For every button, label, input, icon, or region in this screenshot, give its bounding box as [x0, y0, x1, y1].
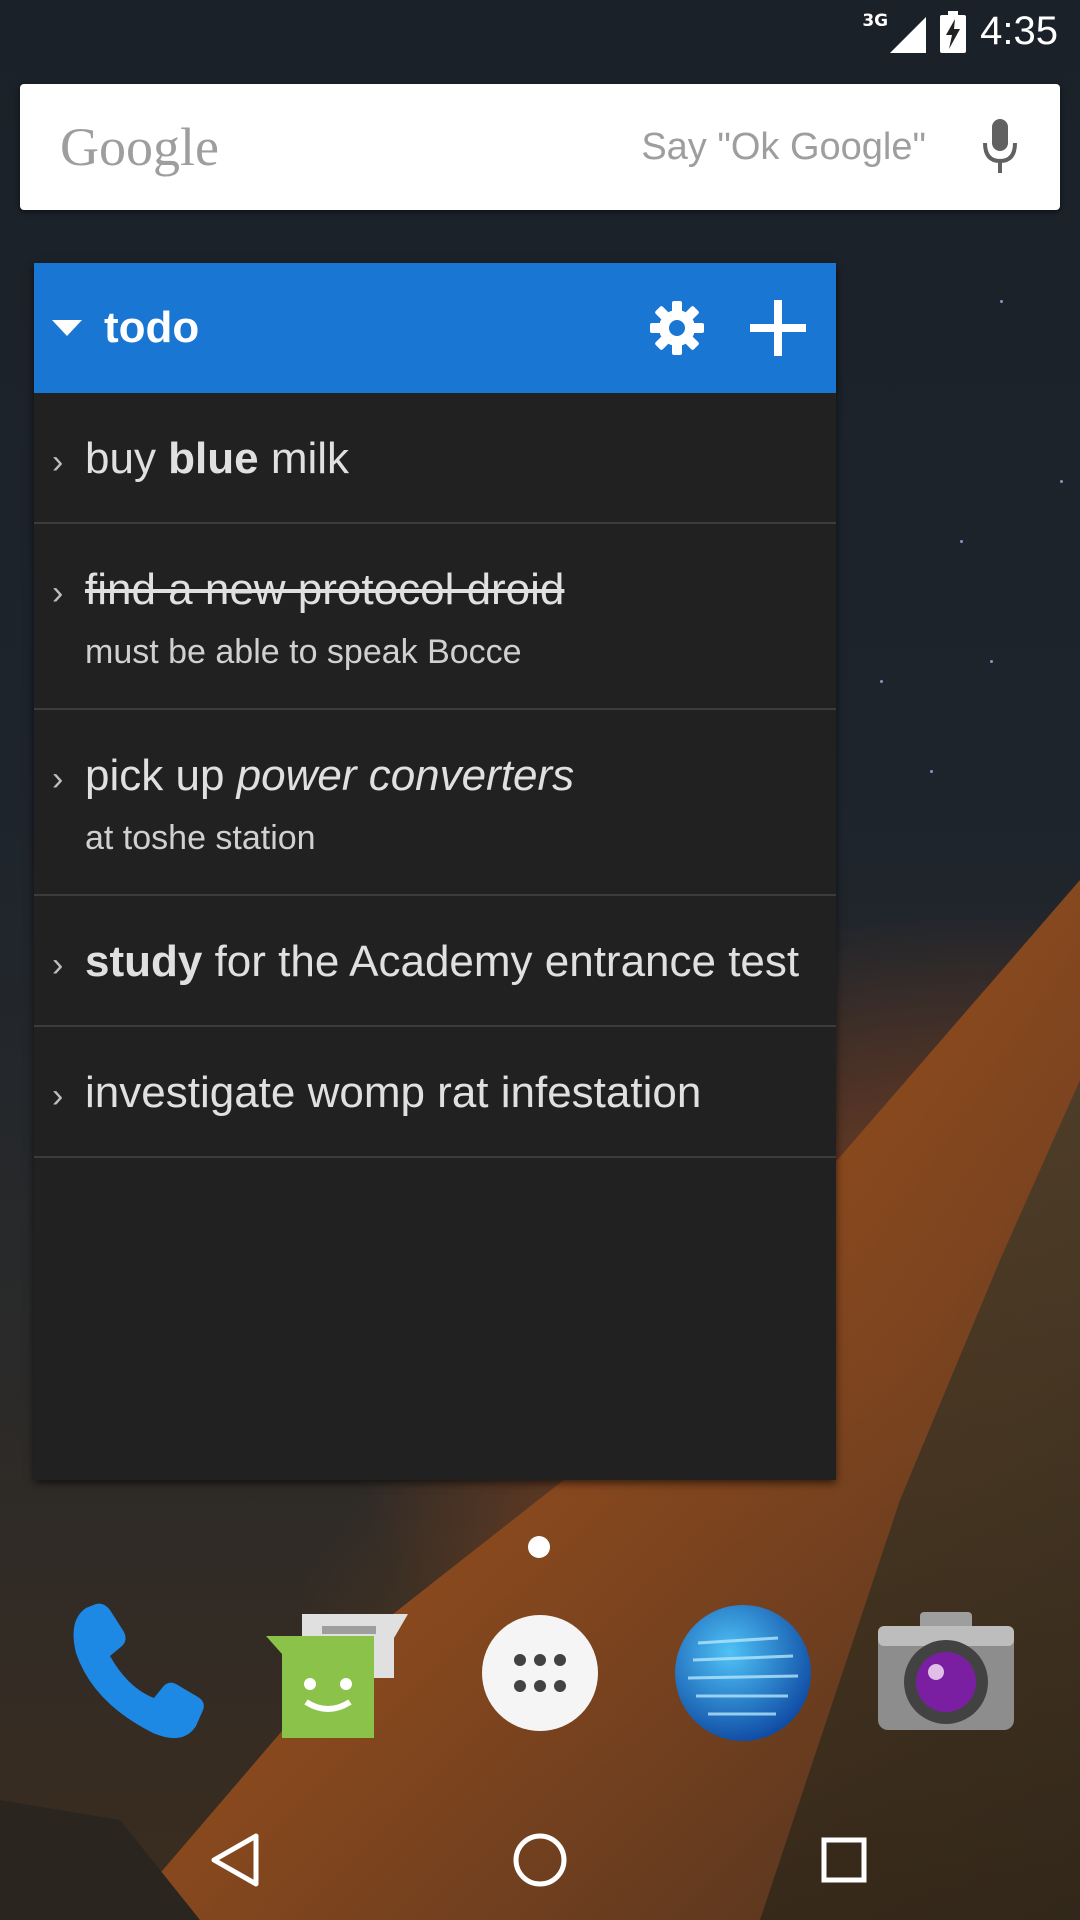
todo-text-segment: milk	[258, 434, 350, 483]
todo-item[interactable]: › find a new protocol droid must be able t…	[34, 524, 836, 710]
signal-icon	[890, 16, 927, 53]
page-indicator	[528, 1536, 550, 1558]
app-drawer-icon[interactable]	[465, 1598, 615, 1748]
back-icon[interactable]	[204, 1828, 268, 1892]
google-search-bar[interactable]: Google Say "Ok Google"	[20, 84, 1060, 210]
todo-item-text: pick up power converters	[85, 748, 806, 803]
add-icon[interactable]	[748, 298, 808, 358]
todo-item-note: must be able to speak Bocce	[85, 633, 522, 671]
google-logo: Google	[60, 117, 219, 177]
network-type: 3G	[862, 10, 889, 31]
todo-text-segment: investigate womp rat infestation	[85, 1068, 702, 1117]
microphone-icon[interactable]	[980, 119, 1020, 175]
todo-text-segment: for the Academy entrance test	[202, 937, 800, 986]
chevron-right-icon[interactable]: ›	[52, 760, 63, 799]
todo-item-text: investigate womp rat infestation	[85, 1065, 806, 1120]
dock	[0, 1598, 1080, 1758]
todo-text-segment: pick up	[85, 751, 237, 800]
todo-item-text: buy blue milk	[85, 431, 806, 486]
todo-text-segment: buy	[85, 434, 169, 483]
chevron-right-icon[interactable]: ›	[52, 946, 63, 985]
todo-list: › buy blue milk › find a new protocol droid…	[34, 393, 836, 1158]
todo-item[interactable]: › pick up power converters at toshe statio…	[34, 710, 836, 896]
todo-item[interactable]: › study for the Academy entrance test	[34, 896, 836, 1027]
chevron-right-icon[interactable]: ›	[52, 1077, 63, 1116]
widget-header: todo	[34, 263, 836, 393]
caret-down-icon[interactable]	[52, 318, 82, 338]
todo-widget: todo › buy blue milk › find a new protocol …	[34, 263, 836, 1480]
todo-item-text: study for the Academy entrance test	[85, 934, 806, 989]
battery-charging-icon	[940, 10, 967, 53]
recents-icon[interactable]	[812, 1828, 876, 1892]
todo-text-segment: power converters	[236, 751, 575, 800]
phone-app-icon[interactable]	[58, 1598, 208, 1748]
todo-item[interactable]: › investigate womp rat infestation	[34, 1027, 836, 1158]
chevron-right-icon[interactable]: ›	[52, 574, 63, 613]
messenger-app-icon[interactable]	[262, 1598, 412, 1748]
browser-app-icon[interactable]	[668, 1598, 818, 1748]
network-indicator: 3G	[862, 10, 927, 53]
chevron-right-icon[interactable]: ›	[52, 443, 63, 482]
voice-hint: Say "Ok Google"	[641, 125, 926, 168]
list-title[interactable]: todo	[104, 303, 199, 353]
todo-item-note: at toshe station	[85, 819, 316, 857]
navigation-bar	[0, 1800, 1080, 1920]
todo-text-segment: find a new protocol droid	[85, 565, 565, 614]
home-icon[interactable]	[508, 1828, 572, 1892]
todo-text-segment: study	[85, 937, 203, 986]
clock: 4:35	[980, 9, 1058, 53]
todo-item[interactable]: › buy blue milk	[34, 393, 836, 524]
todo-item-text: find a new protocol droid	[85, 562, 806, 617]
todo-text-segment: blue	[168, 434, 259, 483]
camera-app-icon[interactable]	[870, 1598, 1020, 1748]
gear-icon[interactable]	[648, 299, 706, 357]
status-bar: 3G 4:35	[0, 0, 1080, 63]
